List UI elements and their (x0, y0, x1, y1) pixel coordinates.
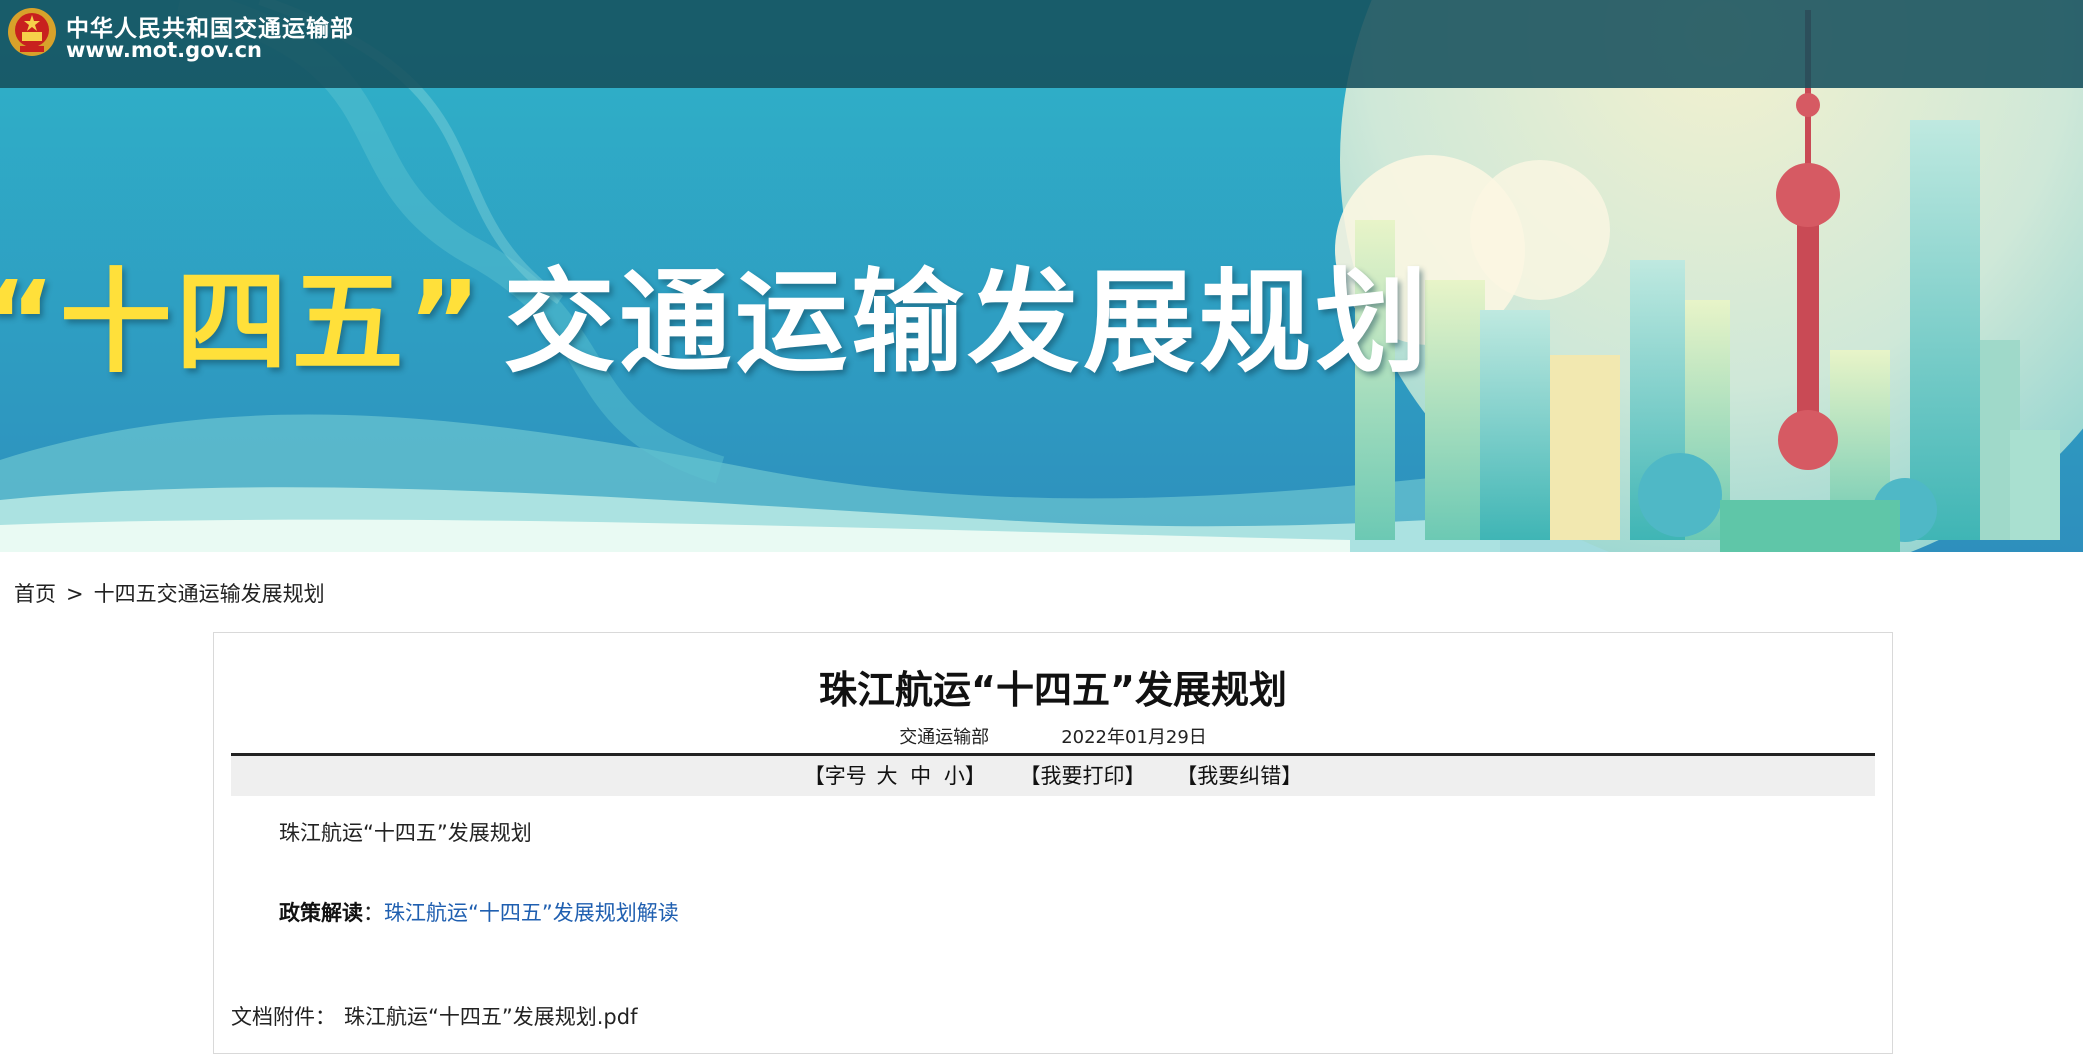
article-date: 2022年01月29日 (1061, 727, 1207, 748)
attachment-row: 文档附件： 珠江航运“十四五”发展规划.pdf (231, 1001, 638, 1031)
font-size-control: 【字号 大 中 小】 (804, 756, 989, 796)
font-size-label: 【字号 (803, 764, 867, 788)
banner: 中华人民共和国交通运输部 www.mot.gov.cn “十四五” 交通运输发展规… (0, 0, 2083, 552)
banner-title-rest: 交通运输发展规划 (503, 258, 1432, 388)
policy-interpretation: 政策解读：珠江航运“十四五”发展规划解读 (279, 897, 679, 927)
article-source: 交通运输部 (899, 727, 990, 748)
policy-colon: ： (363, 901, 384, 925)
article-toolbar: 【字号 大 中 小】 【我要打印】 【我要纠错】 (231, 756, 1875, 796)
breadcrumb: 首页 > 十四五交通运输发展规划 (14, 578, 325, 608)
font-size-large-button[interactable]: 大 (876, 764, 897, 788)
article-meta: 交通运输部 2022年01月29日 (214, 723, 1892, 749)
report-error-button[interactable]: 【我要纠错】 (1176, 756, 1302, 796)
attachment-label: 文档附件： (231, 1005, 336, 1029)
national-emblem-icon[interactable] (6, 6, 58, 58)
print-button[interactable]: 【我要打印】 (1020, 756, 1146, 796)
policy-interpretation-link[interactable]: 珠江航运“十四五”发展规划解读 (384, 901, 679, 925)
attachment-pdf-link[interactable]: 珠江航运“十四五”发展规划.pdf (344, 1005, 638, 1029)
breadcrumb-home-link[interactable]: 首页 (14, 582, 56, 606)
breadcrumb-separator: > (66, 582, 84, 606)
article-body-text: 珠江航运“十四五”发展规划 (279, 821, 532, 845)
breadcrumb-current-link[interactable]: 十四五交通运输发展规划 (94, 582, 325, 606)
article-panel: 珠江航运“十四五”发展规划 交通运输部 2022年01月29日 【字号 大 中 小… (213, 632, 1893, 1054)
article-title: 珠江航运“十四五”发展规划 (819, 668, 1287, 712)
policy-label: 政策解读 (279, 901, 363, 925)
site-url[interactable]: www.mot.gov.cn (66, 38, 262, 62)
banner-title-highlight: “十四五” (0, 258, 486, 388)
banner-title: “十四五” 交通运输发展规划 (0, 232, 1431, 394)
font-size-medium-button[interactable]: 中 (910, 764, 931, 788)
font-size-small-button[interactable]: 小】 (944, 764, 986, 788)
